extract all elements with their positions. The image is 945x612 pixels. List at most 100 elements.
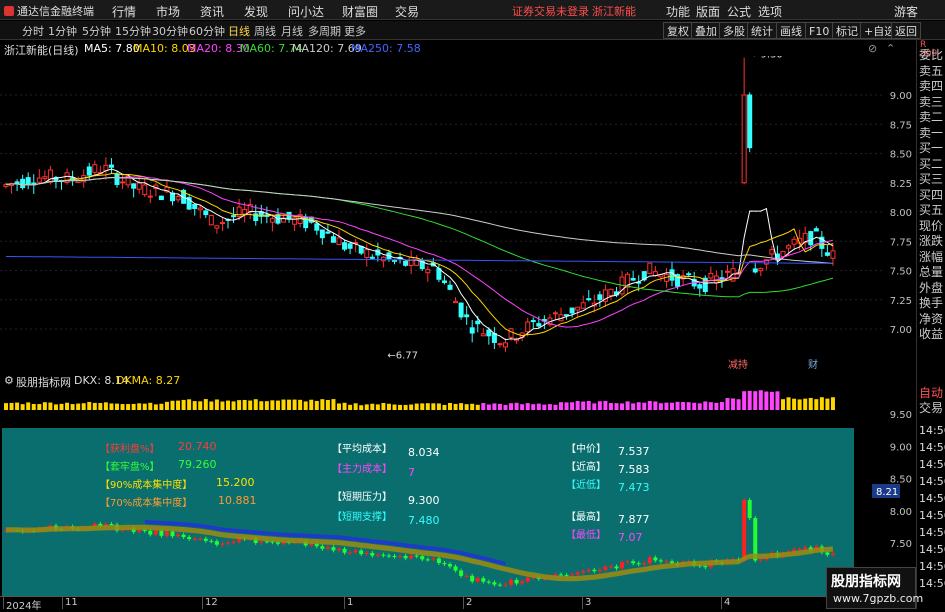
volume-bar bbox=[758, 390, 763, 410]
volume-bar bbox=[309, 399, 314, 410]
event-flag-cai[interactable]: 财 bbox=[808, 358, 818, 371]
volume-bar bbox=[37, 404, 42, 410]
menu-xuanxiang[interactable]: 选项 bbox=[758, 3, 782, 20]
dkx-candle-body bbox=[264, 541, 269, 543]
chip-mid-label: 【主力成本】 bbox=[332, 464, 392, 475]
volume-bar bbox=[536, 403, 541, 410]
duogu-button[interactable]: 多股 bbox=[719, 22, 749, 39]
indicator-chart[interactable]: 9.50 9.00 8.50 8.00 7.50 8.21 bbox=[0, 388, 916, 598]
volume-bar bbox=[636, 402, 641, 410]
indicator-gear-icon[interactable]: ⚙ bbox=[4, 374, 14, 387]
menu-zixun[interactable]: 资讯 bbox=[200, 3, 224, 20]
dkx-candle-body bbox=[453, 566, 458, 571]
chip-mid-value: 9.300 bbox=[408, 494, 440, 507]
volume-bar bbox=[192, 401, 197, 410]
tongji-button[interactable]: 统计 bbox=[747, 22, 777, 39]
candle-body bbox=[36, 177, 42, 183]
volume-bar bbox=[325, 399, 330, 410]
volume-bar bbox=[87, 401, 92, 410]
menu-gongshi[interactable]: 公式 bbox=[727, 3, 751, 20]
back-button[interactable]: 返回 bbox=[891, 22, 921, 39]
guest-label[interactable]: 游客 bbox=[894, 3, 918, 20]
chip-row-value: 20.740 bbox=[178, 440, 217, 453]
dkx-candle-body bbox=[658, 560, 663, 562]
diejia-button[interactable]: 叠加 bbox=[691, 22, 721, 39]
event-flag-jianchi[interactable]: 减持 bbox=[728, 358, 748, 371]
candle-body bbox=[319, 229, 325, 239]
candle-body bbox=[441, 280, 447, 283]
period-toolbar: 分时 1分钟 5分钟 15分钟 30分钟 60分钟 日线 周线 月线 多周期 更… bbox=[0, 21, 945, 40]
chevron-up-icon[interactable]: ⌃ bbox=[886, 42, 895, 55]
quote-bottom-label[interactable]: 自动 bbox=[919, 386, 943, 400]
tab-15min[interactable]: 15分钟 bbox=[115, 23, 151, 39]
fuquan-button[interactable]: 复权 bbox=[663, 22, 693, 39]
trade-time: 14:56 bbox=[919, 458, 945, 471]
tab-more[interactable]: 更多 bbox=[344, 23, 366, 39]
menu-hangqing[interactable]: 行情 bbox=[112, 3, 136, 20]
tab-30min[interactable]: 30分钟 bbox=[152, 23, 188, 39]
trade-time: 14:56 bbox=[919, 475, 945, 488]
menu-banmian[interactable]: 版面 bbox=[696, 3, 720, 20]
chip-mid-label: 【平均成本】 bbox=[332, 444, 392, 455]
volume-bar bbox=[553, 404, 558, 410]
volume-bar bbox=[725, 398, 730, 410]
dkx-candle-body bbox=[342, 548, 347, 553]
dkx-candle-body bbox=[742, 500, 747, 561]
volume-bar bbox=[675, 401, 680, 410]
volume-bar bbox=[314, 400, 319, 410]
volume-bar bbox=[425, 403, 430, 410]
volume-bar bbox=[231, 401, 236, 410]
dkx-candle-body bbox=[442, 563, 447, 565]
tab-daily[interactable]: 日线 bbox=[228, 23, 250, 39]
volume-bar bbox=[564, 402, 569, 410]
candle-body bbox=[586, 298, 592, 301]
menu-faxian[interactable]: 发现 bbox=[244, 3, 268, 20]
menu-jiaoyi[interactable]: 交易 bbox=[395, 3, 419, 20]
volume-bar bbox=[386, 403, 391, 410]
tab-weekly[interactable]: 周线 bbox=[254, 23, 276, 39]
candle-body bbox=[369, 256, 375, 259]
menu-gongneng[interactable]: 功能 bbox=[666, 3, 690, 20]
candle-body bbox=[92, 164, 98, 173]
volume-bar bbox=[747, 390, 752, 410]
tab-fenshi[interactable]: 分时 bbox=[22, 23, 44, 39]
tab-multi[interactable]: 多周期 bbox=[308, 23, 341, 39]
chip-mid-value: 7.480 bbox=[408, 514, 440, 527]
login-warning[interactable]: 证券交易未登录 bbox=[512, 3, 589, 19]
candle-body bbox=[231, 215, 237, 218]
quote-bottom-label[interactable]: 交易 bbox=[919, 401, 943, 415]
dkx-candle-body bbox=[470, 575, 475, 582]
dkx-candle-body bbox=[109, 524, 114, 526]
biaoji-button[interactable]: 标记 bbox=[832, 22, 862, 39]
dkx-candle-body bbox=[214, 541, 219, 545]
volume-bar bbox=[497, 403, 502, 410]
logo-icon bbox=[4, 6, 14, 16]
tab-1min[interactable]: 1分钟 bbox=[48, 23, 77, 39]
volume-bar bbox=[15, 402, 20, 410]
f10-button[interactable]: F10 bbox=[805, 22, 834, 39]
menu-wenxiaoda[interactable]: 问小达 bbox=[288, 3, 324, 20]
candle-body bbox=[86, 166, 92, 176]
tab-60min[interactable]: 60分钟 bbox=[189, 23, 225, 39]
volume-bar bbox=[226, 400, 230, 410]
candle-body bbox=[769, 249, 775, 255]
dkx-candle-body bbox=[497, 584, 502, 586]
candle-body bbox=[497, 343, 503, 346]
date-tick-label: 12 bbox=[205, 597, 218, 608]
dkx-candle-body bbox=[192, 538, 197, 540]
tab-5min[interactable]: 5分钟 bbox=[82, 23, 111, 39]
kline-chart[interactable]: 9.00 8.75 8.50 8.25 8.00 7.75 7.50 7.25 7.00 ←9.3… bbox=[0, 56, 916, 372]
volume-bar bbox=[131, 403, 136, 410]
quote-field-label: 外盘 bbox=[919, 280, 944, 295]
volume-bar bbox=[808, 397, 813, 410]
pin-icon[interactable]: ⊘ bbox=[868, 42, 877, 55]
dkx-candle-body bbox=[559, 574, 563, 576]
volume-bar bbox=[115, 403, 119, 410]
quote-side-panel: R 500 委比 卖五 卖四 卖三 卖二 卖一 买一 买二 买三 买四 买五 现价 涨跌 涨幅 总量 外盘 换手净… bbox=[916, 40, 945, 609]
stock-short: 浙江新能 bbox=[592, 5, 636, 18]
tab-monthly[interactable]: 月线 bbox=[281, 23, 303, 39]
menu-caifuquan[interactable]: 财富圈 bbox=[342, 3, 378, 20]
huaxian-button[interactable]: 画线 bbox=[776, 22, 806, 39]
menu-shichang[interactable]: 市场 bbox=[156, 3, 180, 20]
volume-bar bbox=[486, 404, 491, 410]
